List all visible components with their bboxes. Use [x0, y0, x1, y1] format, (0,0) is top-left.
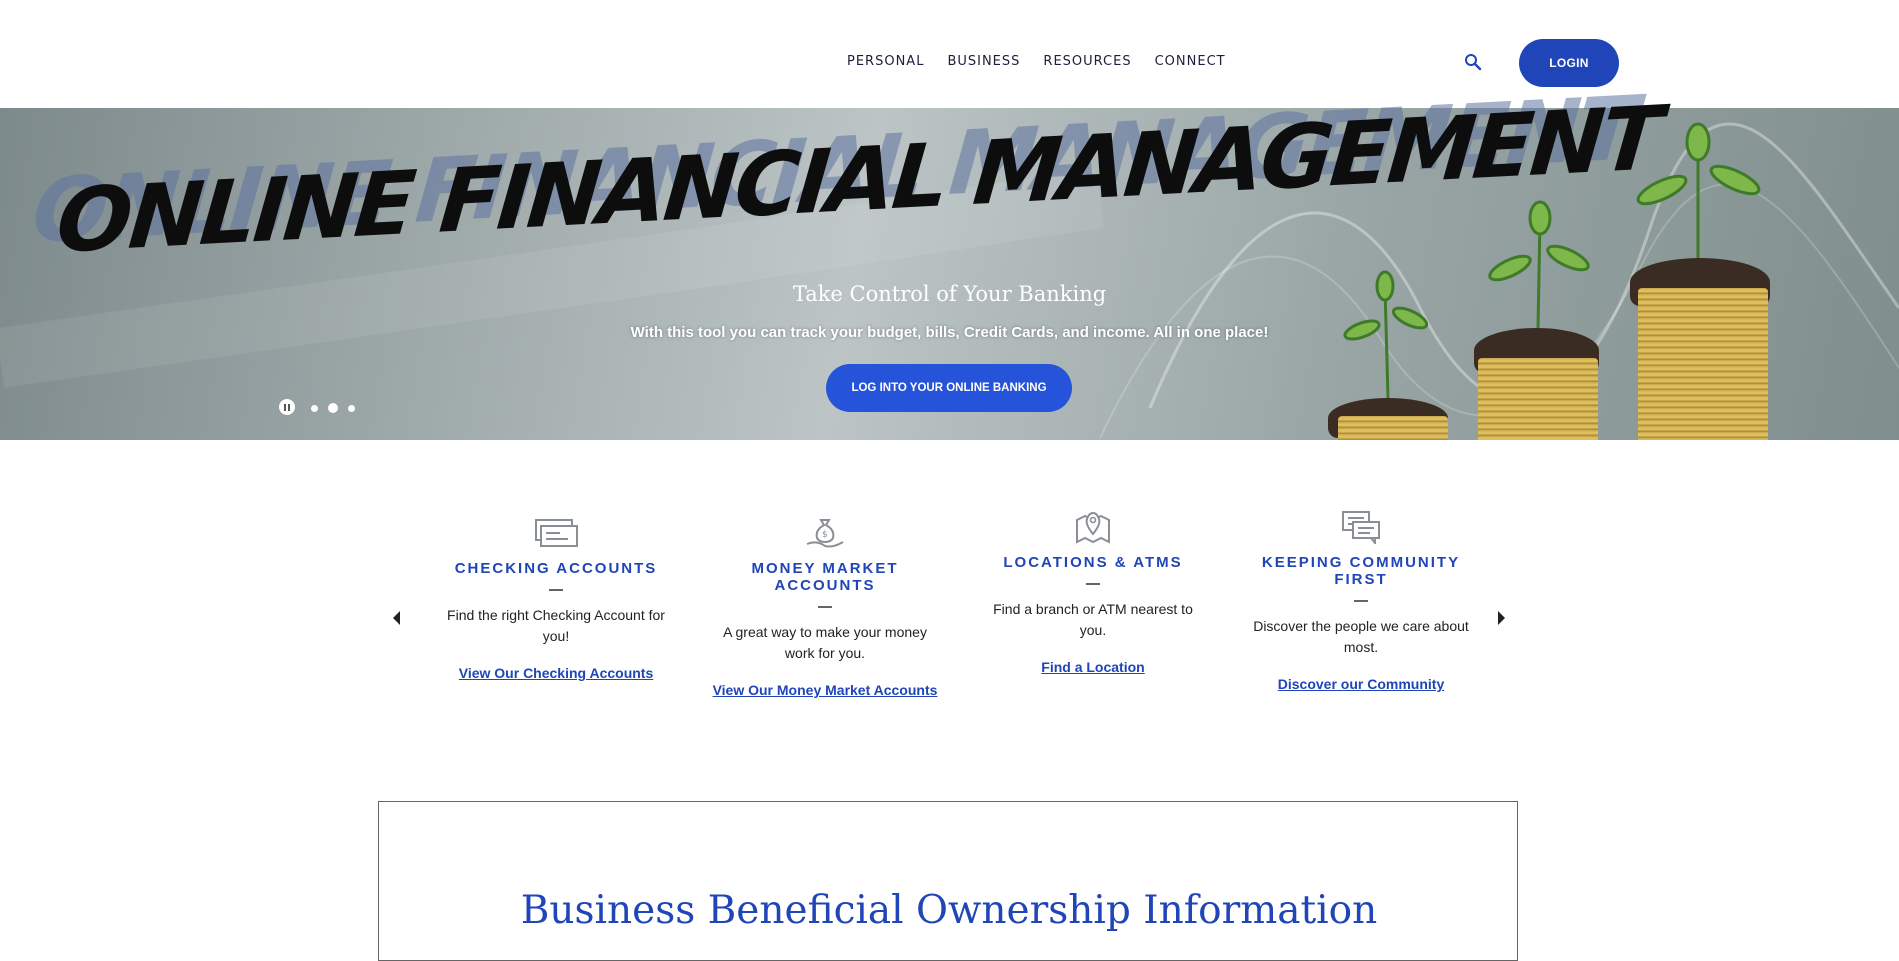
slide-indicators — [311, 403, 365, 413]
nav-personal[interactable]: PERSONAL — [847, 54, 924, 69]
slide-dot-1[interactable] — [311, 404, 318, 412]
feature-title: CHECKING ACCOUNTS — [454, 560, 658, 577]
checks-icon — [535, 519, 578, 547]
search-icon[interactable] — [1464, 53, 1484, 73]
slide-dot-3[interactable] — [348, 404, 355, 412]
feature-card-community: KEEPING COMMUNITY FIRST Discover the peo… — [1246, 510, 1476, 694]
money-bag-hand-icon: $ — [806, 519, 844, 548]
feature-text: Discover the people we care about most. — [1253, 618, 1469, 655]
feature-card-locations: LOCATIONS & ATMS Find a branch or ATM ne… — [978, 510, 1208, 677]
nav-connect[interactable]: CONNECT — [1155, 54, 1226, 69]
nav-business[interactable]: BUSINESS — [947, 54, 1020, 69]
view-money-market-link[interactable]: View Our Money Market Accounts — [713, 682, 938, 698]
divider — [1354, 600, 1368, 602]
feature-card-money-market: $ MONEY MARKET ACCOUNTS A great way to m… — [710, 516, 940, 700]
view-checking-link[interactable]: View Our Checking Accounts — [459, 665, 654, 681]
section-title: Business Beneficial Ownership Informatio… — [520, 888, 1378, 933]
feature-title: LOCATIONS & ATMS — [1003, 554, 1183, 571]
feature-text: A great way to make your money work for … — [723, 624, 927, 661]
beneficial-ownership-box: Business Beneficial Ownership Informatio… — [378, 801, 1518, 961]
feature-card-checking: CHECKING ACCOUNTS Find the right Checkin… — [441, 516, 671, 683]
nav-resources[interactable]: RESOURCES — [1043, 54, 1131, 69]
divider — [1086, 583, 1100, 585]
find-location-link[interactable]: Find a Location — [1041, 659, 1144, 675]
divider — [549, 589, 563, 591]
feature-title: KEEPING COMMUNITY FIRST — [1261, 554, 1461, 588]
online-banking-login-button[interactable]: LOG INTO YOUR ONLINE BANKING — [826, 364, 1072, 412]
map-pin-icon — [1076, 511, 1110, 544]
feature-title: MONEY MARKET ACCOUNTS — [751, 560, 899, 594]
discover-community-link[interactable]: Discover our Community — [1278, 676, 1444, 692]
carousel-prev-arrow[interactable] — [393, 611, 400, 625]
divider — [818, 606, 832, 608]
pause-slideshow-button[interactable] — [279, 399, 295, 415]
feature-text: Find a branch or ATM nearest to you. — [993, 601, 1193, 638]
hero-subheading: With this tool you can track your budget… — [630, 324, 1269, 341]
chat-bubbles-icon — [1342, 511, 1380, 544]
hero-heading: Take Control of Your Banking — [792, 282, 1107, 306]
slide-dot-2[interactable] — [328, 403, 338, 413]
carousel-next-arrow[interactable] — [1498, 611, 1505, 625]
feature-text: Find the right Checking Account for you! — [447, 607, 665, 644]
main-nav: PERSONAL BUSINESS RESOURCES CONNECT — [847, 54, 1249, 69]
svg-text:$: $ — [822, 530, 828, 540]
